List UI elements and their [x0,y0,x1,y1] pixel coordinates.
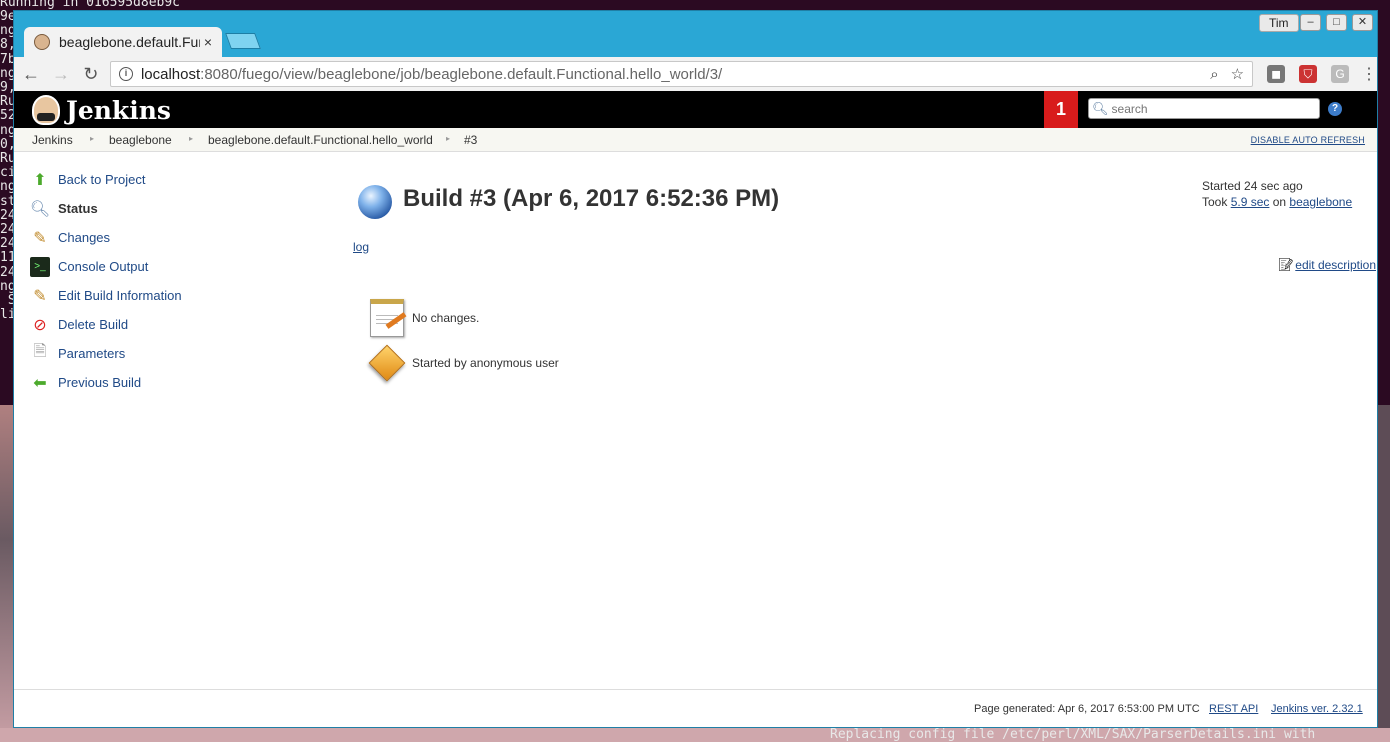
terminal-left-edge: 9e ng 8, 7b ng 9, Ru 52 ng 0, Ru ci ng s… [0,10,14,323]
build-timing-info: Started 24 sec ago Took 5.9 sec on beagl… [1202,178,1352,210]
task-label: Console Output [58,259,149,274]
browser-toolbar: ← → ↻ i localhost :8080/fuego/view/beagl… [14,57,1377,91]
browser-window: beaglebone.default.Functional.hello_worl… [13,10,1378,728]
side-panel: ⬆ Back to Project 🔍︎ Status ✎ Changes >_… [30,165,330,397]
terminal-icon: >_ [30,256,50,277]
desktop-wallpaper-right [1378,405,1390,742]
jenkins-page: Jenkins 1 🔍︎ ? Jenkins ▸ beaglebone ▸ be… [14,91,1377,727]
search-icon: 🔍︎ [1092,100,1109,116]
site-info-icon[interactable]: i [118,67,133,81]
up-arrow-icon: ⬆ [33,171,47,189]
edit-notepad-icon: 📝︎ [1277,257,1295,272]
changes-notepad-icon [368,299,407,337]
page-generated-text: Page generated: Apr 6, 2017 6:53:00 PM U… [974,703,1200,715]
g-extension-icon[interactable]: G [1331,65,1350,83]
task-edit-build-information[interactable]: ✎ Edit Build Information [30,281,330,310]
address-bar[interactable]: i localhost :8080/fuego/view/beaglebone/… [109,61,1254,87]
jenkins-butler-icon [32,95,60,125]
left-arrow-icon: ⬅ [33,374,47,392]
profile-button[interactable]: Tim [1259,14,1299,32]
took-line: Took 5.9 sec on beaglebone [1202,194,1352,210]
tab-close-icon[interactable]: × [204,34,212,50]
notepad-icon: ✎ [33,229,47,247]
tab-title: beaglebone.default.Functional.hello_worl… [59,34,200,50]
task-label: Status [58,201,98,216]
search-box: 🔍︎ [1088,98,1320,119]
started-text: Started 24 sec ago [1202,179,1303,193]
url-path: :8080/fuego/view/beaglebone/job/beaglebo… [200,65,723,83]
no-entry-icon: ⊘ [33,316,47,334]
browser-menu-icon[interactable]: ⋮ [1361,64,1377,84]
duration-link[interactable]: 5.9 sec [1231,195,1270,209]
jenkins-favicon-icon [34,34,50,50]
extension-icon[interactable]: ◼ [1267,65,1286,83]
notepad-icon: ✎ [33,287,47,305]
page-title: Build #3 (Apr 6, 2017 6:52:36 PM) [403,185,780,212]
task-console-output[interactable]: >_ Console Output [30,252,330,281]
log-link[interactable]: log [353,240,369,254]
page-footer: Page generated: Apr 6, 2017 6:53:00 PM U… [14,689,1377,727]
jenkins-logo[interactable]: Jenkins [32,95,171,125]
build-status-ball-icon [358,185,392,219]
jenkins-version-link[interactable]: Jenkins ver. 2.32.1 [1271,703,1363,715]
task-label: Back to Project [58,172,146,187]
jenkins-header: Jenkins 1 🔍︎ ? [14,91,1377,128]
shield-extension-icon[interactable]: ⛉ [1299,65,1318,83]
task-changes[interactable]: ✎ Changes [30,223,330,252]
notification-badge[interactable]: 1 [1044,91,1078,128]
breadcrumb-separator-icon: ▸ [189,134,194,143]
terminal-line-bottom: Replacing config file /etc/perl/XML/SAX/… [830,727,1316,742]
breadcrumb-jenkins[interactable]: Jenkins [32,133,73,147]
breadcrumb-separator-icon: ▸ [446,134,451,143]
task-label: Parameters [58,346,126,361]
changes-summary: No changes. [368,299,479,337]
task-label: Changes [58,230,111,245]
cause-diamond-icon [368,344,406,382]
breadcrumb: Jenkins ▸ beaglebone ▸ beaglebone.defaul… [14,128,1377,152]
zoom-icon[interactable]: ⌕ [1210,66,1218,83]
terminal-line-top: Running in 016595d8eb9c [0,0,181,10]
on-label: on [1269,195,1290,209]
task-back-to-project[interactable]: ⬆ Back to Project [30,165,330,194]
maximize-button[interactable]: □ [1326,14,1347,31]
tab-strip: beaglebone.default.Functional.hello_worl… [14,11,1377,57]
breadcrumb-separator-icon: ▸ [90,134,95,143]
url-host: localhost [140,65,201,83]
search-input[interactable] [1111,101,1312,116]
minimize-button[interactable]: – [1300,14,1321,31]
cause-text: Started by anonymous user [412,356,559,370]
forward-arrow-icon[interactable]: → [48,64,74,85]
task-label: Previous Build [58,375,142,390]
task-status[interactable]: 🔍︎ Status [30,194,330,223]
task-label: Delete Build [58,317,129,332]
jenkins-title: Jenkins [66,95,171,125]
breadcrumb-beaglebone[interactable]: beaglebone [109,133,172,147]
task-label: Edit Build Information [58,288,182,303]
breadcrumb-job[interactable]: beaglebone.default.Functional.hello_worl… [208,133,433,147]
task-delete-build[interactable]: ⊘ Delete Build [30,310,330,339]
took-label: Took [1202,195,1231,209]
desktop-wallpaper-left [0,405,14,742]
task-previous-build[interactable]: ⬅ Previous Build [30,368,330,397]
help-icon[interactable]: ? [1328,102,1342,116]
browser-tab-active[interactable]: beaglebone.default.Functional.hello_worl… [24,27,222,57]
new-tab-button[interactable] [225,33,261,49]
edit-description: 📝︎ edit description [1278,257,1376,273]
rest-api-link[interactable]: REST API [1209,703,1258,715]
task-parameters[interactable]: 🗎 Parameters [30,339,330,368]
changes-text: No changes. [412,311,480,325]
back-arrow-icon[interactable]: ← [18,64,44,85]
disable-auto-refresh-link[interactable]: DISABLE AUTO REFRESH [1251,135,1365,145]
close-window-button[interactable]: ✕ [1352,14,1373,31]
reload-icon[interactable]: ↻ [78,64,104,85]
edit-description-link[interactable]: edit description [1295,258,1376,272]
bookmark-star-icon[interactable]: ☆ [1231,65,1244,83]
cause-summary: Started by anonymous user [368,344,559,382]
magnifier-icon: 🔍︎ [29,200,51,218]
document-icon: 🗎 [33,343,47,360]
breadcrumb-build[interactable]: #3 [464,133,477,147]
node-link[interactable]: beaglebone [1289,195,1352,209]
